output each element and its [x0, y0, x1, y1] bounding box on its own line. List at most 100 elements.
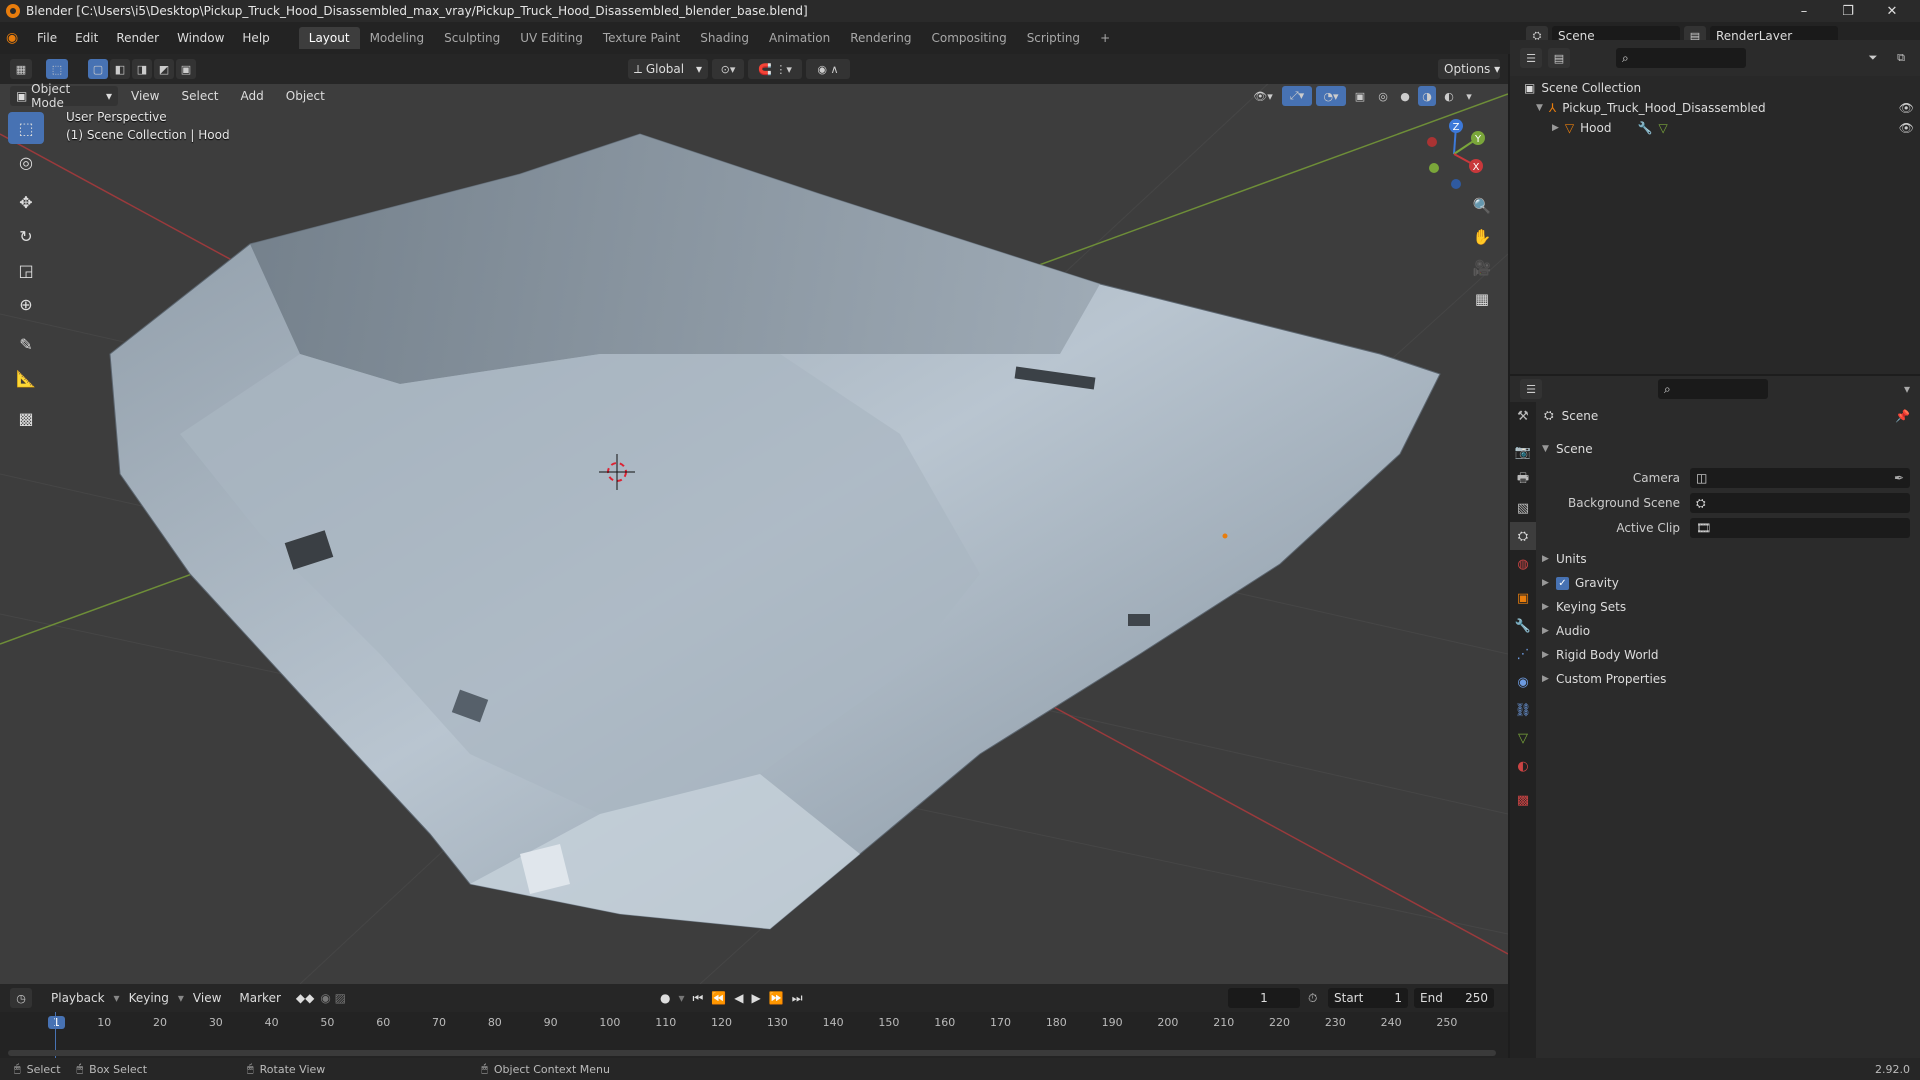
record-icon[interactable]: ●	[660, 991, 670, 1005]
rendered-shading-icon[interactable]: ◐	[1440, 86, 1458, 106]
scale-tool-icon[interactable]: ◲	[8, 254, 44, 286]
rotate-tool-icon[interactable]: ↻	[8, 220, 44, 252]
transform-tool-icon[interactable]: ⊕	[8, 288, 44, 320]
tab-shading[interactable]: Shading	[690, 27, 759, 49]
tab-rendering[interactable]: Rendering	[840, 27, 921, 49]
gravity-section[interactable]: ▶ ✓ Gravity	[1542, 571, 1619, 595]
overlay-toggle-icon[interactable]: ◔▾	[1316, 86, 1346, 106]
menu-window[interactable]: Window	[168, 26, 233, 50]
menu-edit[interactable]: Edit	[66, 26, 107, 50]
tab-texture-paint[interactable]: Texture Paint	[593, 27, 690, 49]
gravity-checkbox[interactable]: ✓	[1556, 576, 1569, 590]
outliner-root[interactable]: ▣ Scene Collection	[1524, 78, 1641, 98]
object-mode-dropdown[interactable]: ▣ Object Mode ▾	[10, 82, 118, 110]
restore-icon[interactable]: ❐	[1826, 0, 1870, 22]
ortho-toggle-icon[interactable]: ▦	[1468, 285, 1496, 313]
material-shading-icon[interactable]: ◑	[1418, 86, 1436, 106]
shading-options-icon[interactable]: ▾	[1462, 86, 1476, 106]
expand-arrow-icon[interactable]: ▶	[1552, 123, 1559, 133]
mode-set-icon[interactable]: ▢	[88, 59, 108, 79]
mode-subtract-icon[interactable]: ◨	[132, 59, 152, 79]
play-reverse-icon[interactable]: ◀	[734, 991, 743, 1005]
options-dropdown[interactable]: Options ▾	[1438, 59, 1500, 79]
timeline-editor-icon[interactable]: ◷	[10, 988, 32, 1008]
timeline-menu-playback[interactable]: Playback	[42, 986, 114, 1010]
annotate-tool-icon[interactable]: ✎	[8, 328, 44, 360]
camera-field[interactable]: ◫ ✒	[1690, 468, 1910, 488]
custom-properties-section[interactable]: ▶ Custom Properties	[1542, 667, 1666, 691]
modifier-tab-icon[interactable]: 🔧	[1510, 612, 1536, 640]
timeline-scrollbar[interactable]	[8, 1050, 1496, 1056]
timeline-menu-marker[interactable]: Marker	[230, 986, 289, 1010]
constraints-tab-icon[interactable]: ⛓	[1510, 696, 1536, 724]
view-layer-tab-icon[interactable]: ▧	[1510, 494, 1536, 522]
xray-icon[interactable]: ▣	[1350, 86, 1370, 106]
timeline-ruler[interactable]: 1 10 20 30 40 50 60 70 80 90 100 110 120 130 140 150 160…	[0, 1012, 1508, 1032]
solid-shading-icon[interactable]: ●	[1396, 86, 1414, 106]
material-tab-icon[interactable]: ◐	[1510, 752, 1536, 780]
editor-type-icon[interactable]: ▦	[10, 59, 32, 79]
data-tab-icon[interactable]: ▽	[1510, 724, 1536, 752]
menu-help[interactable]: Help	[233, 26, 278, 50]
snap-icon[interactable]: 🧲 ⋮▾	[748, 59, 802, 79]
active-clip-field[interactable]: 🎞	[1690, 518, 1910, 538]
audio-section[interactable]: ▶ Audio	[1542, 619, 1590, 643]
outliner-search[interactable]: ⌕	[1616, 48, 1746, 68]
outliner-editor-icon[interactable]: ☰	[1520, 48, 1542, 68]
select-box-tool-icon[interactable]: ⬚	[8, 112, 44, 144]
navigation-gizmo[interactable]: Z Y X	[1408, 112, 1498, 192]
measure-tool-icon[interactable]: 📐	[8, 362, 44, 394]
pin-icon[interactable]: 📌	[1895, 409, 1910, 423]
start-frame-field[interactable]: Start 1	[1328, 988, 1408, 1008]
timeline-area[interactable]: 1 10 20 30 40 50 60 70 80 90 100 110 120 130 140 150 160…	[0, 1012, 1508, 1058]
display-mode-icon[interactable]: ▤	[1548, 48, 1570, 68]
3d-viewport[interactable]: ▦ ⬚ ▢ ◧ ◨ ◩ ▣ ⟂ Global ▾ ⊙▾ 🧲 ⋮▾ ◉ ∧ Opti…	[0, 54, 1508, 984]
world-tab-icon[interactable]: ◍	[1510, 550, 1536, 578]
new-collection-icon[interactable]: ⧉	[1890, 48, 1912, 68]
minimize-icon[interactable]: –	[1782, 0, 1826, 22]
properties-search[interactable]: ⌕	[1658, 379, 1768, 399]
gizmo-toggle-icon[interactable]: ⤢▾	[1282, 86, 1312, 106]
tab-animation[interactable]: Animation	[759, 27, 840, 49]
visibility-eye-icon[interactable]: 👁	[1899, 121, 1914, 135]
outliner-item-hood[interactable]: ▶ ▽ Hood 🔧 ▽ 👁	[1552, 118, 1914, 138]
texture-tab-icon[interactable]: ▩	[1510, 786, 1536, 814]
move-tool-icon[interactable]: ✥	[8, 186, 44, 218]
collapse-arrow-icon[interactable]: ▼	[1536, 103, 1543, 113]
transform-orientation-dropdown[interactable]: ⟂ Global ▾	[628, 59, 708, 79]
visibility-icon[interactable]: 👁▾	[1248, 86, 1278, 106]
select-tool-icon[interactable]: ⬚	[46, 59, 68, 79]
timeline-menu-keying[interactable]: Keying	[120, 986, 178, 1010]
properties-options-icon[interactable]: ▾	[1904, 382, 1910, 396]
current-frame-field[interactable]: 1	[1228, 988, 1300, 1008]
viewport-menu-view[interactable]: View	[122, 84, 168, 108]
tab-scripting[interactable]: Scripting	[1017, 27, 1090, 49]
jump-keyframe-forward-icon[interactable]: ⏩	[769, 991, 784, 1005]
keyframe-insert-icon[interactable]: ◉ ▨	[320, 991, 346, 1005]
mode-intersect-icon[interactable]: ▣	[176, 59, 196, 79]
render-tab-icon[interactable]: 📷	[1510, 438, 1536, 466]
filter-icon[interactable]: ⏷	[1862, 48, 1884, 68]
proportional-edit-icon[interactable]: ◉ ∧	[806, 59, 850, 79]
add-workspace-button[interactable]: +	[1090, 27, 1120, 49]
tab-modeling[interactable]: Modeling	[360, 27, 435, 49]
keying-sets-section[interactable]: ▶ Keying Sets	[1542, 595, 1626, 619]
pan-hand-icon[interactable]: ✋	[1468, 223, 1496, 251]
blender-menu-icon[interactable]: ◉	[6, 30, 28, 46]
tool-tab-icon[interactable]: ⚒	[1510, 402, 1536, 430]
close-icon[interactable]: ✕	[1870, 0, 1914, 22]
hood-mesh[interactable]	[109, 133, 1441, 930]
keyframe-nav-icon[interactable]: ◆◆	[296, 991, 314, 1005]
add-cube-tool-icon[interactable]: ▩	[8, 402, 44, 434]
particles-tab-icon[interactable]: ⋰	[1510, 640, 1536, 668]
cursor-tool-icon[interactable]: ◎	[8, 146, 44, 178]
tab-layout[interactable]: Layout	[298, 27, 360, 49]
tab-compositing[interactable]: Compositing	[921, 27, 1016, 49]
jump-keyframe-back-icon[interactable]: ⏪	[711, 991, 726, 1005]
end-frame-field[interactable]: End 250	[1414, 988, 1494, 1008]
viewport-menu-object[interactable]: Object	[277, 84, 334, 108]
viewport-menu-add[interactable]: Add	[232, 84, 273, 108]
pivot-point-icon[interactable]: ⊙▾	[712, 59, 744, 79]
jump-start-icon[interactable]: ⏮	[693, 991, 704, 1006]
tab-uv-editing[interactable]: UV Editing	[510, 27, 593, 49]
